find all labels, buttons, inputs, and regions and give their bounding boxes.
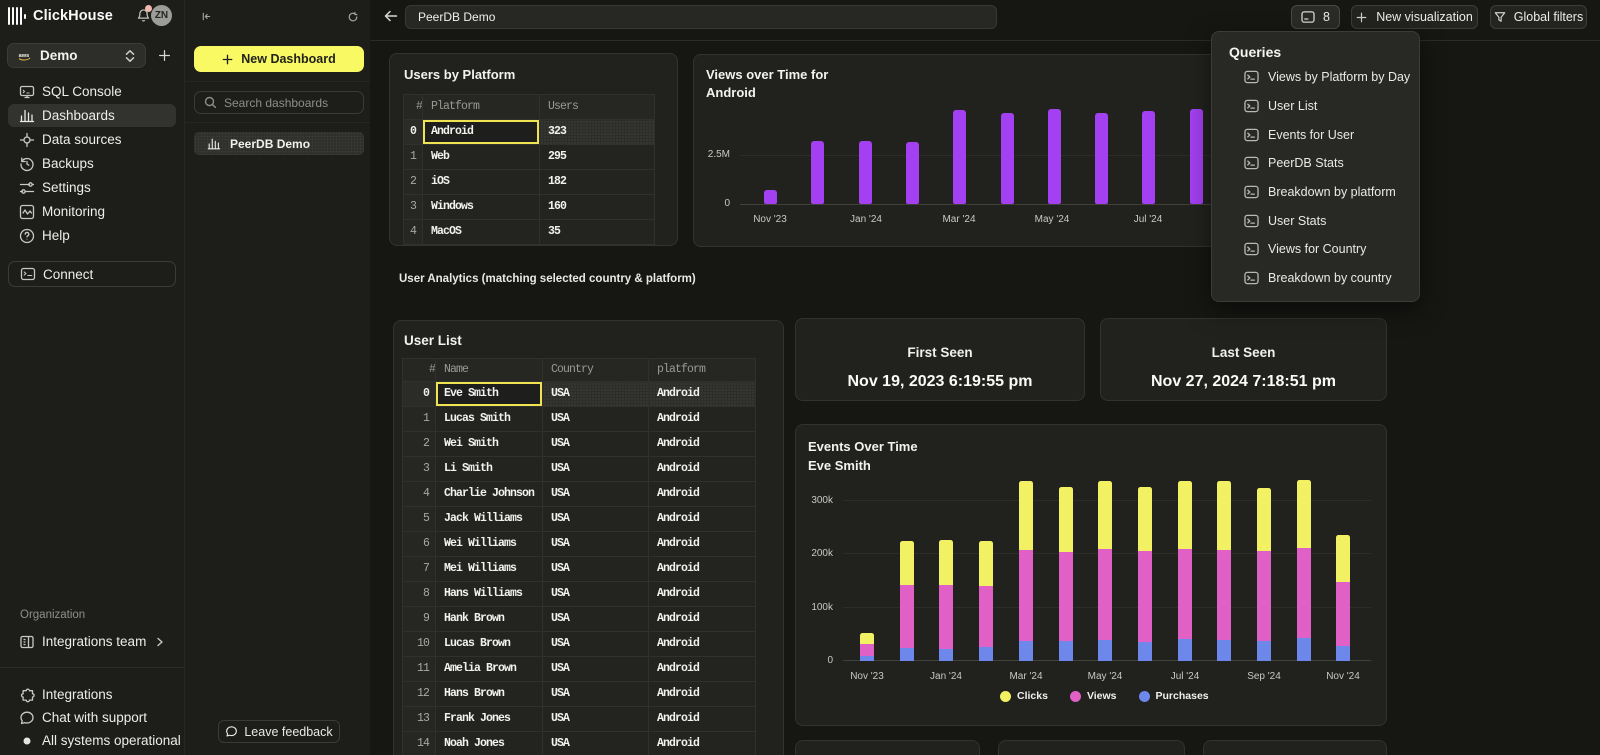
svg-text:aws: aws (19, 52, 30, 58)
